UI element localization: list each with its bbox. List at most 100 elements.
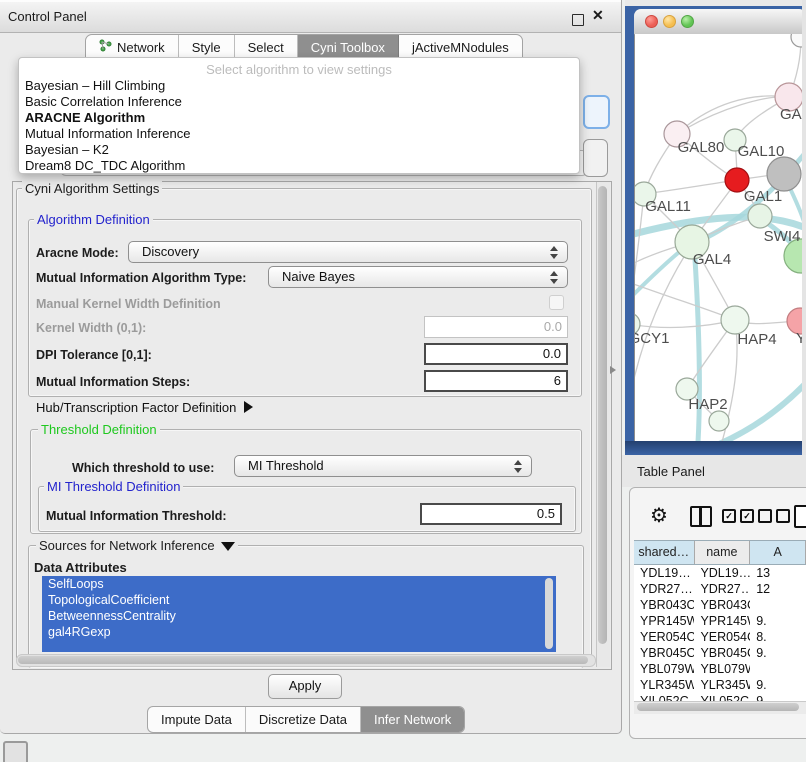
kernel-width-input[interactable]: 0.0: [424, 316, 568, 338]
network-node[interactable]: [767, 157, 801, 191]
table-cell: 9.: [750, 677, 806, 693]
cyni-settings-group-title: Cyni Algorithm Settings: [22, 181, 162, 196]
node-table[interactable]: shared…nameA YDL19…YDL19…13YDR27…YDR27…1…: [634, 540, 806, 714]
table-hscrollbar-thumb[interactable]: [637, 703, 799, 711]
corner-dock-button[interactable]: [3, 741, 28, 762]
table-row[interactable]: YBR045CYBR045C9.: [634, 645, 806, 661]
network-window-titlebar[interactable]: [634, 9, 806, 35]
network-graph: GALGAL80GAL10GAL1GAL11SWI4GAL4GCY1HAP4YH…: [635, 34, 802, 441]
tab-impute-data[interactable]: Impute Data: [148, 707, 246, 732]
attributes-scrollbar-thumb[interactable]: [545, 578, 553, 649]
column-header[interactable]: shared…: [634, 541, 695, 564]
screen: Control Panel ✕ NetworkStyleSelectCyni T…: [0, 0, 806, 762]
attribute-item[interactable]: SelfLoops: [42, 576, 556, 592]
sources-group-title[interactable]: Sources for Network Inference: [36, 538, 238, 553]
network-canvas[interactable]: GALGAL80GAL10GAL1GAL11SWI4GAL4GCY1HAP4YH…: [635, 34, 802, 441]
table-row[interactable]: YDL19…YDL19…13: [634, 565, 806, 581]
table-row[interactable]: YER054CYER054C8.: [634, 629, 806, 645]
manual-kernel-label: Manual Kernel Width Definition: [36, 297, 221, 311]
network-node[interactable]: [791, 34, 802, 47]
which-threshold-label: Which threshold to use:: [72, 461, 214, 475]
secondary-button-partial[interactable]: [583, 139, 608, 177]
network-edge[interactable]: [677, 96, 789, 134]
algorithm-list: Bayesian – Hill ClimbingBasic Correlatio…: [25, 78, 573, 174]
algorithm-option[interactable]: Bayesian – K2: [25, 142, 573, 158]
window-close-icon[interactable]: [645, 15, 658, 28]
window-minimize-icon[interactable]: [663, 15, 676, 28]
algorithm-option[interactable]: Basic Correlation Inference: [25, 94, 573, 110]
network-edge[interactable]: [635, 282, 735, 320]
mi-type-label: Mutual Information Algorithm Type:: [36, 271, 246, 285]
apply-button[interactable]: Apply: [268, 674, 342, 699]
table-cell: YLR345W: [694, 677, 750, 693]
table-cell: [750, 597, 806, 613]
hub-definition-toggle[interactable]: Hub/Transcription Factor Definition: [36, 400, 253, 415]
table-row[interactable]: YPR145WYPR145W9.: [634, 613, 806, 629]
attribute-item[interactable]: BetweennessCentrality: [42, 608, 556, 624]
settings-hscrollbar-thumb[interactable]: [18, 656, 588, 664]
node-label-gal10: GAL10: [738, 143, 785, 160]
dpi-tolerance-input[interactable]: 0.0: [424, 343, 568, 365]
algorithm-definition-title: Algorithm Definition: [34, 212, 153, 227]
columns-icon[interactable]: [690, 506, 712, 527]
select-all-columns-icon[interactable]: ✓✓: [722, 509, 754, 523]
dpi-tolerance-label: DPI Tolerance [0,1]:: [36, 348, 152, 362]
network-node[interactable]: [748, 204, 772, 228]
manual-kernel-checkbox[interactable]: [549, 295, 564, 310]
mi-type-select[interactable]: Naive Bayes: [268, 266, 568, 288]
mi-threshold-input[interactable]: 0.5: [420, 503, 562, 525]
attribute-item[interactable]: gal4RGexp: [42, 624, 556, 640]
stepper-icon: [550, 271, 559, 284]
table-cell: YLR345W: [634, 677, 694, 693]
mi-steps-input[interactable]: 6: [424, 370, 568, 392]
refresh-button-partial[interactable]: [583, 95, 610, 129]
tab-infer-network[interactable]: Infer Network: [361, 707, 464, 732]
aracne-mode-select[interactable]: Discovery: [128, 241, 568, 263]
data-attributes-label: Data Attributes: [34, 560, 127, 575]
table-cell: YBL079W: [634, 661, 694, 677]
splitter-collapse-icon[interactable]: [610, 366, 616, 374]
deselect-all-columns-icon[interactable]: [758, 509, 790, 523]
attribute-item[interactable]: TopologicalCoefficient: [42, 592, 556, 608]
network-icon: [99, 36, 112, 60]
settings-scrollbar-thumb[interactable]: [598, 186, 607, 644]
node-label-gal11: GAL11: [645, 198, 691, 215]
node-label-swi4: SWI4: [764, 228, 801, 245]
data-attributes-list[interactable]: SelfLoopsTopologicalCoefficientBetweenne…: [42, 576, 556, 652]
algorithm-option[interactable]: Mutual Information Inference: [25, 126, 573, 142]
right-edge-strip: [802, 0, 806, 455]
window-zoom-icon[interactable]: [681, 15, 694, 28]
which-threshold-select[interactable]: MI Threshold: [234, 455, 532, 477]
mi-steps-label: Mutual Information Steps:: [36, 375, 190, 389]
network-node[interactable]: [721, 306, 749, 334]
algorithm-option[interactable]: Bayesian – Hill Climbing: [25, 78, 573, 94]
float-panel-icon[interactable]: [572, 14, 584, 26]
table-cell: YDL19…: [694, 565, 750, 581]
close-panel-icon[interactable]: ✕: [592, 7, 604, 24]
network-node[interactable]: [709, 411, 729, 431]
table-row[interactable]: YBR043CYBR043C: [634, 597, 806, 613]
table-row[interactable]: YBL079WYBL079W: [634, 661, 806, 677]
table-cell: YPR145W: [634, 613, 694, 629]
algorithm-option[interactable]: ARACNE Algorithm: [25, 110, 573, 126]
sources-title-label: Sources for Network Inference: [39, 538, 215, 553]
column-header[interactable]: name: [695, 541, 751, 564]
table-cell: YDR27…: [694, 581, 750, 597]
aracne-mode-value: Discovery: [142, 244, 199, 259]
table-cell: 13: [750, 565, 806, 581]
table-row[interactable]: YLR345WYLR345W9.: [634, 677, 806, 693]
hub-definition-label: Hub/Transcription Factor Definition: [36, 400, 236, 415]
mi-threshold-label: Mutual Information Threshold:: [46, 509, 227, 523]
tab-discretize-data[interactable]: Discretize Data: [246, 707, 361, 732]
algorithm-option[interactable]: Dream8 DC_TDC Algorithm: [25, 158, 573, 174]
stepper-icon: [550, 246, 559, 259]
export-table-icon[interactable]: [794, 505, 806, 528]
threshold-definition-title: Threshold Definition: [38, 422, 160, 437]
table-row[interactable]: YDR27…YDR27…12: [634, 581, 806, 597]
gear-icon[interactable]: ⚙: [650, 506, 668, 526]
column-header[interactable]: A: [750, 541, 806, 564]
node-label-gal1: GAL1: [744, 188, 782, 205]
algorithm-dropdown[interactable]: Select algorithm to view settings Bayesi…: [18, 57, 580, 174]
network-edge[interactable]: [644, 180, 737, 194]
table-cell: YBR045C: [694, 645, 750, 661]
